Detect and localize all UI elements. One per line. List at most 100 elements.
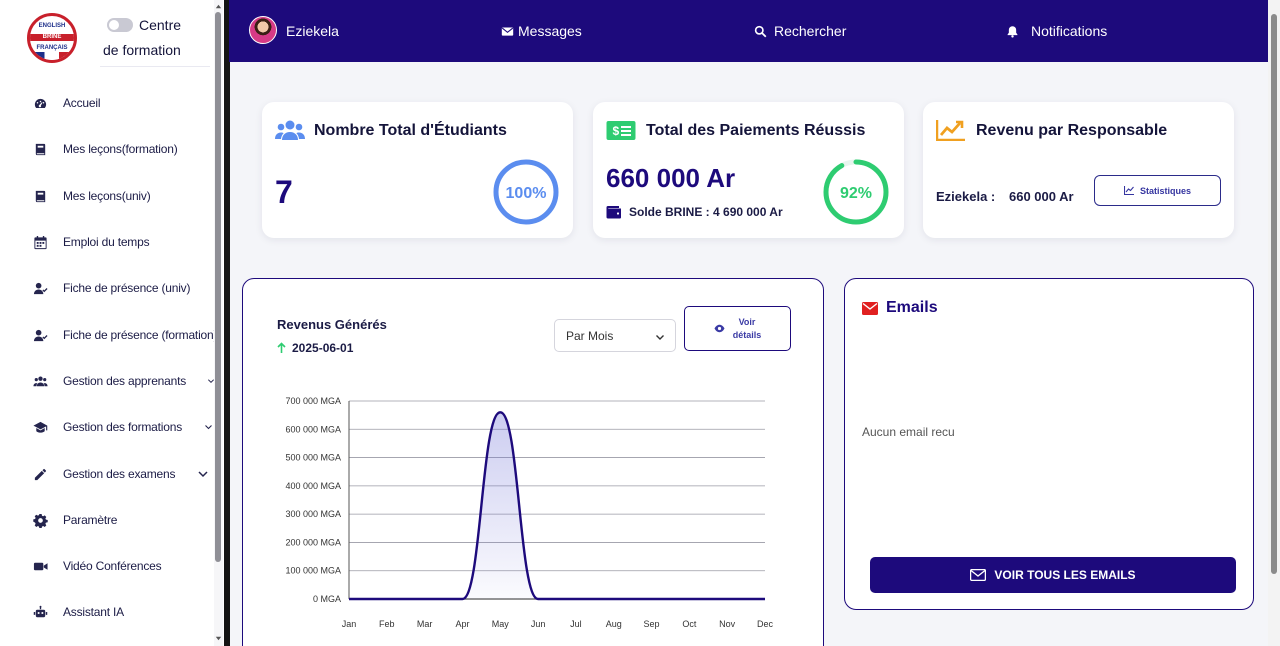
gear-icon <box>33 513 48 528</box>
sidebar-item-label: Accueil <box>63 96 101 110</box>
students-progress-ring: 100% <box>493 159 559 225</box>
logo-text-middle: BRINE <box>30 34 74 41</box>
pencil-icon <box>34 468 47 481</box>
arrow-up-icon <box>277 342 286 353</box>
theme-toggle[interactable] <box>107 18 133 32</box>
brand-divider <box>100 66 210 67</box>
sidebar-item-assistant-ia[interactable]: Assistant IA <box>0 597 214 627</box>
statistiques-button[interactable]: Statistiques <box>1094 175 1221 206</box>
revenue-card: Revenu par Responsable Eziekela : 660 00… <box>923 102 1234 238</box>
voir-tous-emails-button[interactable]: VOIR TOUS LES EMAILS <box>870 557 1236 593</box>
sidebar-item-label: Vidéo Conférences <box>63 559 162 573</box>
chevron-down-icon <box>198 471 208 478</box>
video-icon <box>33 562 48 571</box>
x-tick-label: Jun <box>531 619 546 629</box>
emails-panel: Emails Aucun email recu VOIR TOUS LES EM… <box>844 278 1254 610</box>
chevron-down-icon <box>656 335 664 340</box>
money-bill-icon: $ <box>606 121 636 140</box>
chevron-down-icon <box>205 425 212 430</box>
sidebar-item-parametre[interactable]: Paramètre <box>0 505 214 535</box>
notifications-link[interactable]: Notifications <box>1006 23 1107 39</box>
x-tick-label: May <box>492 619 510 629</box>
x-tick-label: Oct <box>682 619 697 629</box>
revenue-card-title: Revenu par Responsable <box>976 122 1168 139</box>
sidebar-item-formations[interactable]: Gestion des formations <box>0 412 214 442</box>
wallet-icon <box>606 206 621 219</box>
brand-logo[interactable]: ENGLISH BRINE FRANÇAIS <box>27 13 77 63</box>
search-link[interactable]: Rechercher <box>754 23 846 39</box>
voir-details-label-line2: détails <box>732 329 762 340</box>
x-tick-label: Feb <box>379 619 395 629</box>
emails-header: Emails <box>862 299 938 317</box>
y-tick-label: 700 000 MGA <box>285 396 341 406</box>
chart-line-icon <box>936 120 965 141</box>
sidebar-item-accueil[interactable]: Accueil <box>0 88 214 118</box>
scroll-up-arrow-icon[interactable] <box>214 2 223 11</box>
book-icon <box>35 190 46 203</box>
sidebar-item-label: Fiche de présence (formation) <box>63 328 218 342</box>
top-navigation-bar: Eziekela Messages Rechercher Notificatio… <box>229 0 1268 62</box>
brand-title-line2: de formation <box>103 42 181 58</box>
sidebar-item-label: Gestion des examens <box>63 467 176 481</box>
emails-empty-message: Aucun email recu <box>862 425 955 439</box>
logo-text-top: ENGLISH <box>38 23 66 29</box>
sidebar-item-lecons-univ[interactable]: Mes leçons(univ) <box>0 181 214 211</box>
voir-details-button[interactable]: Voir détails <box>684 306 791 351</box>
svg-text:$: $ <box>613 124 620 138</box>
sidebar-scroll-thumb[interactable] <box>215 12 221 562</box>
sidebar-item-examens[interactable]: Gestion des examens <box>0 459 214 489</box>
user-name[interactable]: Eziekela <box>286 23 339 39</box>
y-tick-label: 400 000 MGA <box>285 481 341 491</box>
x-tick-label: Sep <box>644 619 660 629</box>
search-icon <box>754 25 767 37</box>
payments-balance: Solde BRINE : 4 690 000 Ar <box>629 205 783 219</box>
period-select[interactable]: Par Mois <box>554 319 676 352</box>
sidebar-item-label: Mes leçons(univ) <box>63 189 151 203</box>
payments-card: $ Total des Paiements Réussis 660 000 Ar… <box>593 102 904 238</box>
search-label: Rechercher <box>774 23 847 39</box>
brand-title-line1: Centre <box>139 17 182 33</box>
robot-icon <box>33 605 48 618</box>
page-scroll-thumb[interactable] <box>1271 14 1277 574</box>
chart-panel-date: 2025-06-01 <box>277 341 353 355</box>
x-tick-label: Jan <box>342 619 357 629</box>
period-select-value: Par Mois <box>566 329 614 343</box>
x-tick-label: Jul <box>570 619 582 629</box>
payments-percent-label: 92% <box>840 185 872 202</box>
x-tick-label: Apr <box>455 619 469 629</box>
x-tick-label: Nov <box>719 619 736 629</box>
responsable-amount: 660 000 Ar <box>1009 189 1074 204</box>
users-icon <box>275 120 305 140</box>
chart-panel-title: Revenus Générés <box>277 317 387 332</box>
scroll-down-arrow-icon[interactable] <box>214 634 223 643</box>
y-tick-label: 300 000 MGA <box>285 509 341 519</box>
y-tick-label: 600 000 MGA <box>285 424 341 434</box>
sidebar-item-emploi-du-temps[interactable]: Emploi du temps <box>0 227 214 257</box>
y-tick-label: 500 000 MGA <box>285 453 341 463</box>
logo-text-bottom: FRANÇAIS <box>36 45 68 51</box>
sidebar-item-label: Paramètre <box>63 513 118 527</box>
calendar-icon <box>34 235 47 250</box>
chart-line-icon <box>1123 186 1134 195</box>
sidebar-item-lecons-formation[interactable]: Mes leçons(formation) <box>0 134 214 164</box>
payments-total-value: 660 000 Ar <box>606 163 736 193</box>
notifications-label: Notifications <box>1031 23 1108 39</box>
payments-card-title: Total des Paiements Réussis <box>646 122 866 139</box>
x-tick-label: Dec <box>757 619 774 629</box>
user-avatar[interactable] <box>249 16 277 44</box>
envelope-icon <box>501 26 514 36</box>
sidebar-item-apprenants[interactable]: Gestion des apprenants <box>0 366 215 396</box>
y-tick-label: 100 000 MGA <box>285 566 341 576</box>
x-tick-label: Aug <box>606 619 622 629</box>
sidebar-item-video-conferences[interactable]: Vidéo Conférences <box>0 551 214 581</box>
users-icon <box>33 376 48 387</box>
messages-label: Messages <box>518 23 582 39</box>
envelope-icon <box>862 301 878 315</box>
sidebar-item-presence-univ[interactable]: Fiche de présence (univ) <box>0 273 214 303</box>
messages-link[interactable]: Messages <box>501 23 582 39</box>
voir-tous-emails-label: VOIR TOUS LES EMAILS <box>994 568 1136 582</box>
responsable-name: Eziekela : <box>936 189 996 204</box>
emails-title: Emails <box>886 299 938 316</box>
eye-icon <box>714 324 725 333</box>
sidebar-item-presence-formation[interactable]: Fiche de présence (formation) <box>0 320 218 350</box>
